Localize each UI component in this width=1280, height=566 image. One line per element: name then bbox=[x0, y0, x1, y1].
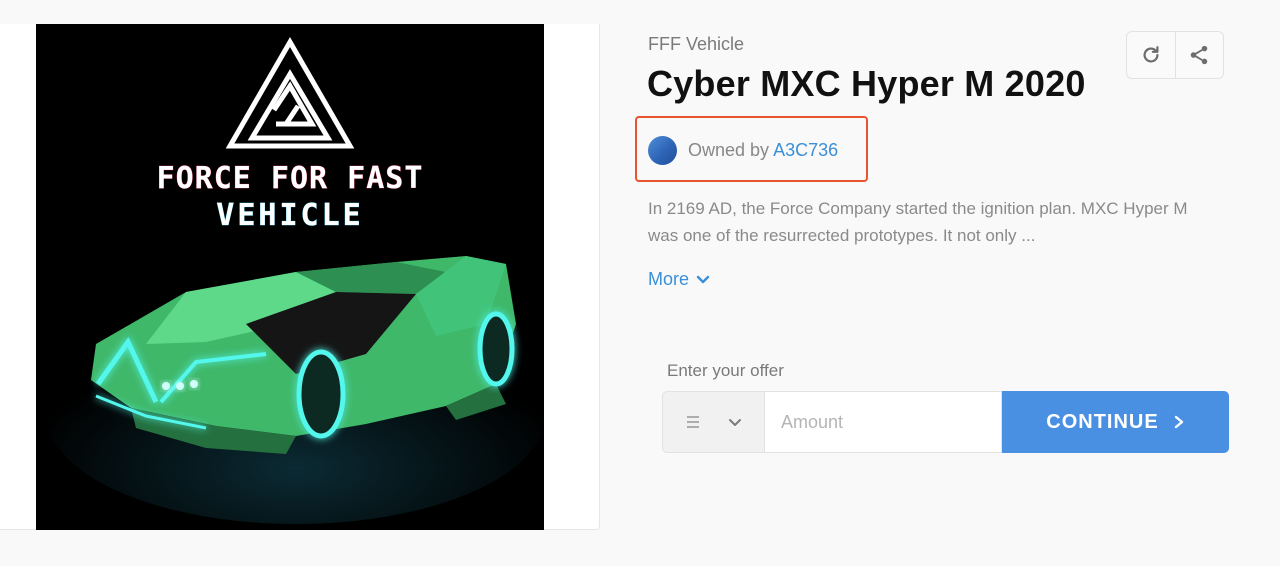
description-line: In 2169 AD, the Force Company started th… bbox=[648, 199, 1188, 218]
more-toggle[interactable]: More bbox=[648, 269, 710, 290]
item-detail-page: FORCE FOR FAST VEHICLE FFF Vehicle Cyber… bbox=[0, 0, 1280, 566]
offer-form: CONTINUE bbox=[662, 391, 1229, 453]
item-title: Cyber MXC Hyper M 2020 bbox=[647, 63, 1086, 104]
amount-input[interactable] bbox=[764, 391, 1002, 453]
share-button[interactable] bbox=[1174, 32, 1223, 78]
ethereum-icon bbox=[686, 416, 699, 428]
owner-link[interactable]: A3C736 bbox=[773, 140, 838, 160]
more-label: More bbox=[648, 269, 690, 289]
artwork-image[interactable]: FORCE FOR FAST VEHICLE bbox=[36, 24, 544, 530]
owner-row: Owned by A3C736 bbox=[648, 136, 838, 165]
item-description: In 2169 AD, the Force Company started th… bbox=[648, 195, 1228, 249]
owner-prefix: Owned by bbox=[688, 140, 770, 160]
chevron-right-icon bbox=[1174, 415, 1183, 429]
refresh-button[interactable] bbox=[1127, 32, 1175, 78]
owner-text: Owned by A3C736 bbox=[688, 140, 838, 161]
artwork-card: FORCE FOR FAST VEHICLE bbox=[0, 24, 600, 530]
chevron-down-icon bbox=[696, 275, 710, 283]
continue-label: CONTINUE bbox=[1046, 410, 1159, 433]
share-icon bbox=[1191, 45, 1208, 65]
owner-avatar[interactable] bbox=[648, 136, 677, 165]
description-line: was one of the resurrected prototypes. I… bbox=[648, 226, 1036, 245]
continue-button[interactable]: CONTINUE bbox=[1002, 391, 1229, 453]
currency-select[interactable] bbox=[662, 391, 764, 453]
logo-line2: VEHICLE bbox=[216, 198, 363, 233]
item-actions bbox=[1126, 31, 1224, 79]
chevron-down-icon bbox=[728, 419, 741, 426]
collection-name[interactable]: FFF Vehicle bbox=[648, 34, 744, 55]
logo-line1: FORCE FOR FAST bbox=[157, 161, 424, 196]
offer-label: Enter your offer bbox=[667, 361, 784, 380]
refresh-icon bbox=[1143, 46, 1159, 63]
car-artwork: FORCE FOR FAST VEHICLE bbox=[36, 24, 544, 530]
